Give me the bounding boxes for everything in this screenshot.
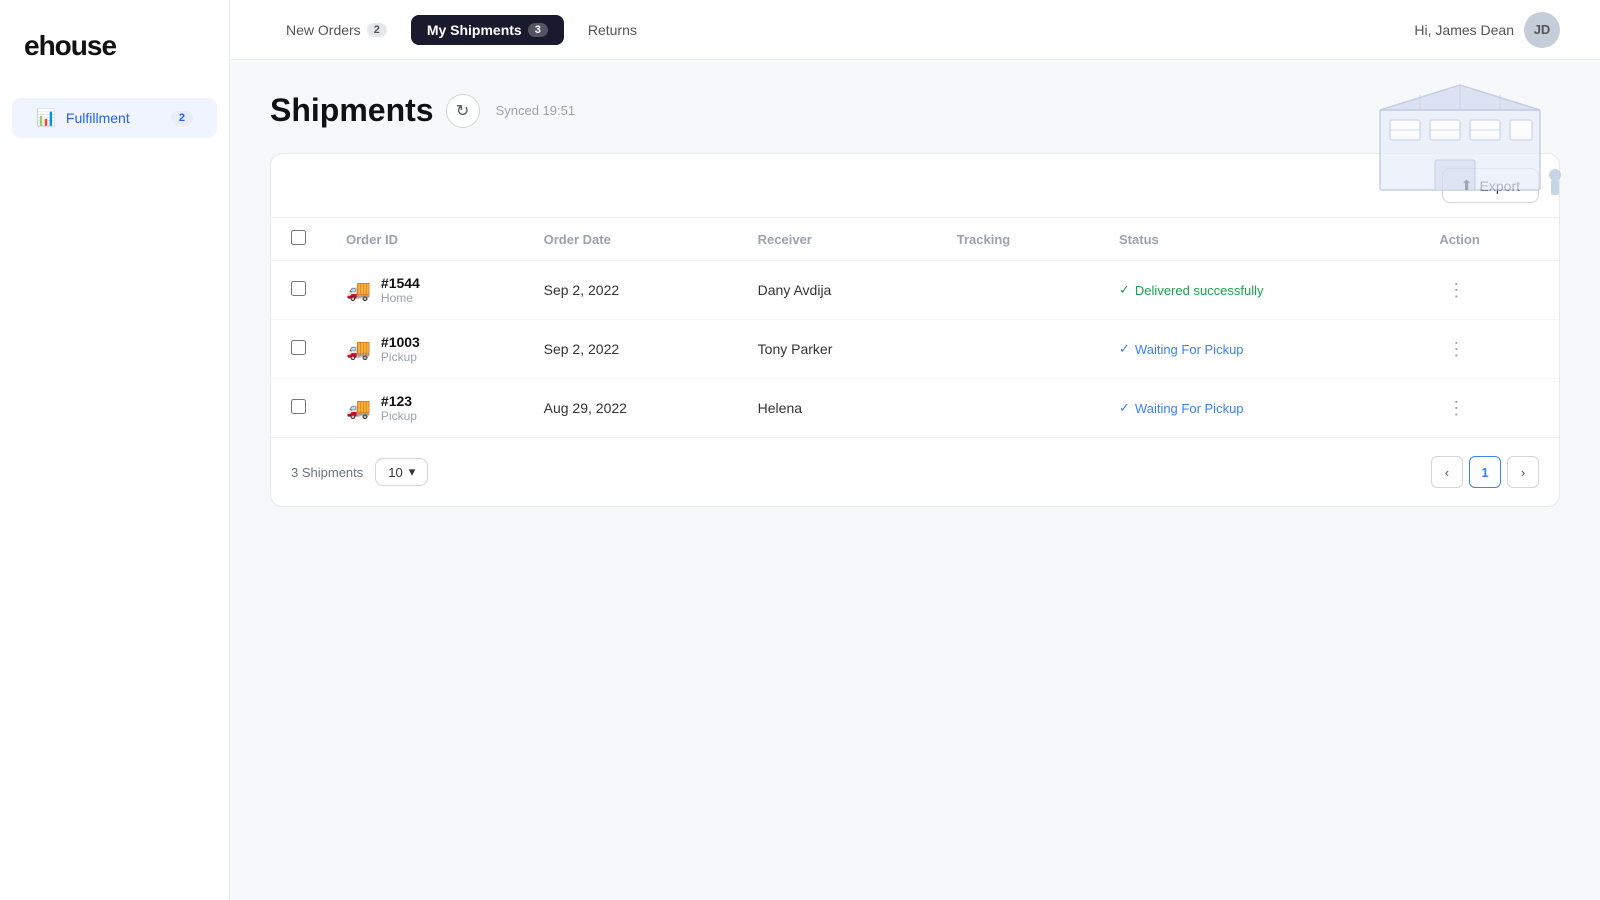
order-id-cell: 🚚 #123 Pickup (326, 379, 524, 438)
shipments-table: Order ID Order Date Receiver Tracking St… (271, 218, 1559, 437)
per-page-value: 10 (388, 465, 402, 480)
app-logo: ehouse (0, 30, 229, 98)
prev-page-button[interactable]: ‹ (1431, 456, 1463, 488)
status-badge: ✓ Waiting For Pickup (1119, 400, 1399, 416)
order-date-cell: Sep 2, 2022 (524, 261, 738, 320)
tracking-cell (937, 379, 1099, 438)
next-page-button[interactable]: › (1507, 456, 1539, 488)
main-area: New Orders 2 My Shipments 3 Returns Hi, … (230, 0, 1600, 900)
refresh-button[interactable]: ↻ (446, 94, 480, 128)
row-1-checkbox[interactable] (291, 340, 306, 355)
action-menu-button[interactable]: ⋮ (1439, 276, 1473, 304)
table-row: 🚚 #123 Pickup Aug 29, 2022Helena ✓ Waitin… (271, 379, 1559, 438)
check-icon: ✓ (1119, 400, 1130, 416)
status-badge: ✓ Delivered successfully (1119, 282, 1399, 298)
col-receiver: Receiver (738, 218, 937, 261)
sidebar-item-fulfillment[interactable]: 📊 Fulfillment 2 (12, 98, 217, 138)
pagination-row: 3 Shipments 10 ▾ ‹ 1 › (271, 437, 1559, 506)
nav-my-shipments-badge: 3 (528, 23, 548, 37)
receiver-cell: Tony Parker (738, 320, 937, 379)
order-id-cell: 🚚 #1003 Pickup (326, 320, 524, 379)
action-cell: ⋮ (1419, 261, 1559, 320)
row-checkbox-cell (271, 379, 326, 438)
row-2-checkbox[interactable] (291, 399, 306, 414)
col-checkbox (271, 218, 326, 261)
total-count: 3 Shipments (291, 465, 363, 480)
nav-new-orders-label: New Orders (286, 22, 361, 38)
table-row: 🚚 #1003 Pickup Sep 2, 2022Tony Parker ✓ W… (271, 320, 1559, 379)
sidebar-item-badge: 2 (171, 111, 193, 125)
order-id-cell: 🚚 #1544 Home (326, 261, 524, 320)
order-type-label: Pickup (381, 409, 417, 423)
order-type-icon: 🚚 (346, 396, 371, 421)
status-cell: ✓ Waiting For Pickup (1099, 379, 1419, 438)
action-menu-button[interactable]: ⋮ (1439, 335, 1473, 363)
order-id-value: #1003 (381, 334, 420, 350)
select-all-checkbox[interactable] (291, 230, 306, 245)
current-page: 1 (1469, 456, 1501, 488)
sidebar-item-label: Fulfillment (66, 110, 130, 126)
chevron-down-icon: ▾ (409, 464, 416, 480)
order-type-label: Home (381, 291, 420, 305)
avatar: JD (1524, 12, 1560, 48)
nav-returns[interactable]: Returns (572, 15, 653, 45)
nav-new-orders[interactable]: New Orders 2 (270, 15, 403, 45)
order-type-icon: 🚚 (346, 278, 371, 303)
sync-status: Synced 19:51 (496, 103, 576, 118)
table-toolbar: ⬆ Export (271, 154, 1559, 218)
action-cell: ⋮ (1419, 379, 1559, 438)
warehouse-illustration (1370, 80, 1570, 200)
order-date-cell: Aug 29, 2022 (524, 379, 738, 438)
tracking-cell (937, 261, 1099, 320)
order-date-cell: Sep 2, 2022 (524, 320, 738, 379)
page-header: Shipments ↻ Synced 19:51 (270, 92, 1560, 129)
col-action: Action (1419, 218, 1559, 261)
row-checkbox-cell (271, 320, 326, 379)
table-header-row: Order ID Order Date Receiver Tracking St… (271, 218, 1559, 261)
action-cell: ⋮ (1419, 320, 1559, 379)
nav-new-orders-badge: 2 (367, 23, 387, 37)
col-order-date: Order Date (524, 218, 738, 261)
col-tracking: Tracking (937, 218, 1099, 261)
check-icon: ✓ (1119, 282, 1130, 298)
action-menu-button[interactable]: ⋮ (1439, 394, 1473, 422)
nav-returns-label: Returns (588, 22, 637, 38)
col-order-id: Order ID (326, 218, 524, 261)
receiver-cell: Helena (738, 379, 937, 438)
order-type-icon: 🚚 (346, 337, 371, 362)
receiver-cell: Dany Avdija (738, 261, 937, 320)
avatar-initials: JD (1534, 22, 1551, 37)
order-id-value: #123 (381, 393, 417, 409)
check-icon: ✓ (1119, 341, 1130, 357)
user-greeting: Hi, James Dean JD (1414, 12, 1560, 48)
top-navigation: New Orders 2 My Shipments 3 Returns Hi, … (230, 0, 1600, 60)
order-id-value: #1544 (381, 275, 420, 291)
per-page-select[interactable]: 10 ▾ (375, 458, 428, 486)
status-cell: ✓ Delivered successfully (1099, 261, 1419, 320)
sidebar: ehouse 📊 Fulfillment 2 (0, 0, 230, 900)
greeting-text: Hi, James Dean (1414, 22, 1514, 38)
table-row: 🚚 #1544 Home Sep 2, 2022Dany Avdija ✓ Del… (271, 261, 1559, 320)
shipments-table-container: ⬆ Export Order ID Order Date Receiver Tr… (270, 153, 1560, 507)
tracking-cell (937, 320, 1099, 379)
content-area: Shipments ↻ Synced 19:51 ⬆ Export (230, 60, 1600, 900)
row-checkbox-cell (271, 261, 326, 320)
pagination-controls: ‹ 1 › (1431, 456, 1539, 488)
page-title: Shipments (270, 92, 434, 129)
status-badge: ✓ Waiting For Pickup (1119, 341, 1399, 357)
fulfillment-icon: 📊 (36, 108, 56, 128)
nav-my-shipments-label: My Shipments (427, 22, 522, 38)
nav-my-shipments[interactable]: My Shipments 3 (411, 15, 564, 45)
row-0-checkbox[interactable] (291, 281, 306, 296)
col-status: Status (1099, 218, 1419, 261)
order-type-label: Pickup (381, 350, 420, 364)
status-cell: ✓ Waiting For Pickup (1099, 320, 1419, 379)
